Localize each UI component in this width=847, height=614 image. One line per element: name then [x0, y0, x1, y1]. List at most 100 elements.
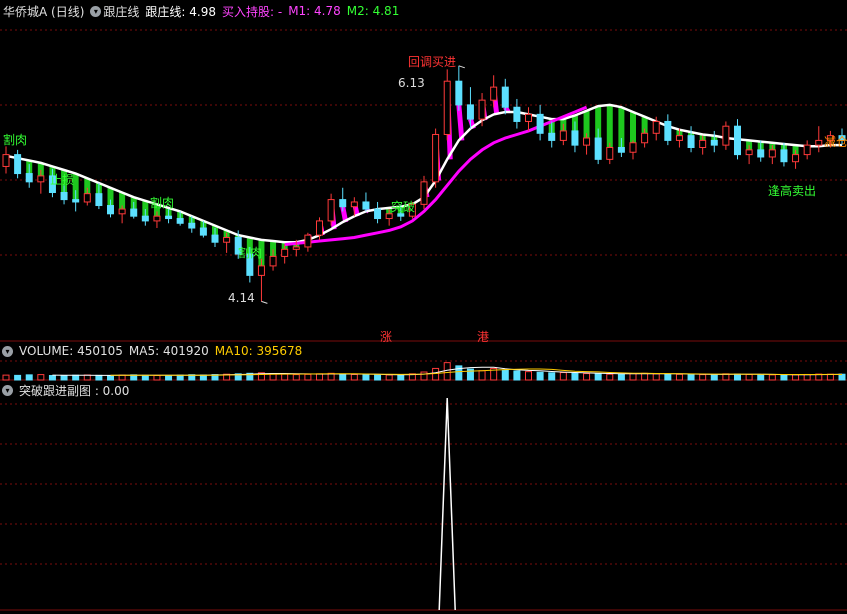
candle-body	[780, 149, 788, 163]
volume-bar	[641, 372, 649, 381]
candle-body	[664, 120, 672, 141]
candle-body	[571, 130, 579, 146]
candle-body	[316, 220, 323, 236]
candle-body	[292, 246, 300, 250]
candle-body	[362, 201, 370, 210]
volume-bar	[734, 373, 741, 381]
candle-body	[176, 218, 184, 224]
candle-body	[501, 86, 509, 108]
candle-body	[188, 222, 196, 229]
volume-value: VOLUME: 450105	[19, 344, 123, 358]
cut-loss-label-left: 割肉	[3, 133, 28, 147]
candle-body	[803, 144, 811, 156]
candle-body	[269, 255, 277, 267]
candle-body	[60, 191, 68, 201]
candle-body	[478, 99, 486, 120]
volume-bar	[687, 373, 695, 381]
volume-bar	[443, 362, 451, 381]
volume-bar	[165, 375, 173, 381]
volume-bar	[478, 370, 486, 381]
candle-body	[594, 137, 602, 160]
volume-bar	[745, 373, 753, 381]
volume-bar	[652, 373, 660, 381]
volume-panel-header: ▾ VOLUME: 450105 MA5: 401920 MA10: 39567…	[0, 342, 308, 360]
volume-bar	[675, 373, 683, 381]
candle-body	[710, 139, 718, 146]
chevron-down-icon[interactable]: ▾	[2, 345, 13, 357]
sell-high-label: 逢高卖出	[768, 184, 817, 198]
candle-body	[675, 135, 683, 141]
volume-bar	[385, 374, 393, 381]
candle-body	[652, 120, 660, 134]
stock-chart-canvas[interactable]	[0, 0, 847, 614]
breakout-signal-spike	[438, 397, 456, 611]
candle-body	[583, 137, 591, 146]
candle-body	[768, 149, 776, 158]
reduce-position-label: 减仓	[824, 135, 847, 149]
low-price-label: 4.14	[228, 291, 255, 305]
candle-body	[559, 130, 567, 141]
candle-body	[350, 201, 358, 208]
candle-body	[466, 104, 474, 120]
candle-body	[107, 205, 114, 215]
volume-bar	[699, 374, 707, 381]
candle-body	[420, 181, 428, 205]
ma10-value: MA10: 395678	[214, 344, 303, 358]
chevron-down-icon[interactable]: ▾	[2, 384, 13, 396]
candle-body	[14, 154, 22, 175]
volume-bar	[37, 374, 45, 381]
volume-bar	[48, 375, 56, 381]
pullback-buy-label: 回调买进	[408, 55, 457, 69]
volume-bar	[397, 374, 405, 381]
volume-bar	[60, 375, 68, 381]
hk-marker: 港	[477, 330, 490, 344]
volume-bar	[803, 373, 811, 381]
volume-bar	[199, 374, 207, 381]
candle-body	[734, 125, 741, 156]
volume-bar	[559, 372, 567, 381]
volume-bar	[141, 374, 149, 381]
volume-bar	[664, 373, 672, 381]
volume-bar	[72, 374, 80, 381]
volume-bar	[629, 373, 637, 381]
candle-body	[432, 133, 440, 183]
volume-bar	[571, 372, 579, 381]
volume-bar	[176, 374, 184, 381]
candle-body	[72, 199, 80, 203]
candle-body	[641, 132, 649, 144]
candle-body	[745, 149, 753, 156]
candle-body	[83, 193, 91, 203]
candle-body	[130, 208, 138, 217]
candle-body	[304, 234, 312, 248]
candle-body	[617, 147, 625, 153]
volume-bar	[583, 373, 591, 381]
candle-body	[443, 80, 451, 135]
candle-body	[327, 199, 335, 222]
candle-body	[525, 113, 532, 122]
candle-body	[37, 175, 45, 183]
sub-panel-header: ▾ 突破跟进副图 : 0.00	[0, 381, 135, 399]
volume-bar	[83, 374, 91, 381]
cut-loss-label-low: 割肉	[238, 246, 263, 260]
candle-body	[548, 132, 556, 141]
volume-bar	[153, 375, 161, 381]
candle-body	[141, 215, 149, 222]
volume-bar	[420, 371, 428, 381]
candle-body	[25, 173, 33, 183]
volume-bar	[548, 372, 556, 381]
volume-bar	[536, 371, 544, 381]
volume-bar	[316, 373, 323, 381]
candle-body	[455, 80, 463, 106]
volume-bar	[25, 374, 33, 381]
candle-body	[118, 208, 126, 215]
sub-panel-title: 突破跟进副图 : 0.00	[19, 383, 130, 398]
volume-bar	[374, 374, 382, 381]
volume-bar	[2, 374, 10, 381]
candle-body	[513, 106, 521, 122]
stop-loss-label: 止损	[50, 173, 75, 187]
candle-body	[490, 86, 498, 101]
high-pointer	[458, 65, 465, 69]
rise-marker: 涨	[380, 330, 393, 344]
volume-bar	[339, 373, 347, 381]
candle-body	[153, 215, 161, 222]
